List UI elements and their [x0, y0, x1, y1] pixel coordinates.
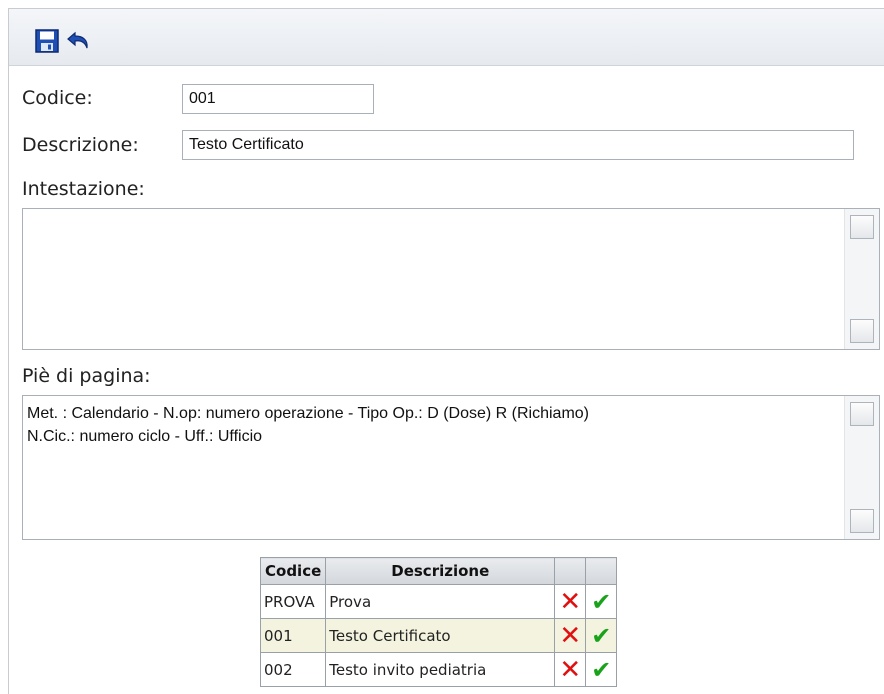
table-row[interactable]: 002 Testo invito pediatria ✕ ✔ [259, 652, 618, 687]
intestazione-textarea[interactable] [22, 208, 880, 350]
codice-field[interactable]: 001 [182, 84, 374, 114]
select-row-button[interactable]: ✔ [585, 618, 618, 653]
piede-text: Met. : Calendario - N.op: numero operazi… [27, 405, 589, 445]
piede-scrollbar[interactable] [844, 396, 879, 539]
scroll-up-button[interactable] [850, 215, 874, 239]
delete-x-icon: ✕ [559, 654, 582, 685]
row-descrizione[interactable]: Testo Certificato [325, 618, 556, 653]
intestazione-label: Intestazione: [22, 178, 145, 200]
toolbar [9, 9, 884, 66]
scroll-down-button[interactable] [850, 319, 874, 343]
scroll-up-button[interactable] [850, 402, 874, 426]
row-codice[interactable]: 002 [259, 652, 327, 687]
table-row[interactable]: 001 Testo Certificato ✕ ✔ [259, 618, 618, 653]
checkmark-icon: ✔ [591, 587, 612, 616]
delete-row-button[interactable]: ✕ [554, 652, 587, 687]
records-table: Codice Descrizione PROVA Prova ✕ ✔ 001 T… [259, 557, 618, 687]
select-row-button[interactable]: ✔ [585, 652, 618, 687]
row-codice[interactable]: 001 [259, 618, 327, 653]
descrizione-field[interactable]: Testo Certificato [182, 130, 854, 160]
row-descrizione[interactable]: Testo invito pediatria [325, 652, 556, 687]
codice-label: Codice: [22, 87, 93, 109]
floppy-disk-icon [35, 29, 59, 53]
column-header-codice[interactable]: Codice [259, 557, 327, 585]
table-header-row: Codice Descrizione [259, 557, 618, 585]
column-header-delete [554, 557, 587, 585]
row-descrizione[interactable]: Prova [325, 584, 556, 619]
column-header-select [585, 557, 618, 585]
delete-x-icon: ✕ [559, 620, 582, 651]
table-row[interactable]: PROVA Prova ✕ ✔ [259, 584, 618, 619]
row-codice[interactable]: PROVA [259, 584, 327, 619]
descrizione-label: Descrizione: [22, 134, 139, 156]
select-row-button[interactable]: ✔ [585, 584, 618, 619]
scroll-down-button[interactable] [850, 509, 874, 533]
intestazione-scrollbar[interactable] [844, 209, 879, 349]
piede-label: Piè di pagina: [22, 365, 151, 387]
column-header-descrizione[interactable]: Descrizione [325, 557, 556, 585]
delete-row-button[interactable]: ✕ [554, 618, 587, 653]
save-button[interactable] [33, 27, 61, 55]
delete-row-button[interactable]: ✕ [554, 584, 587, 619]
piede-textarea[interactable]: Met. : Calendario - N.op: numero operazi… [22, 395, 880, 540]
checkmark-icon: ✔ [591, 621, 612, 650]
undo-arrow-icon [67, 31, 88, 49]
checkmark-icon: ✔ [591, 655, 612, 684]
delete-x-icon: ✕ [559, 586, 582, 617]
undo-button[interactable] [65, 27, 93, 55]
